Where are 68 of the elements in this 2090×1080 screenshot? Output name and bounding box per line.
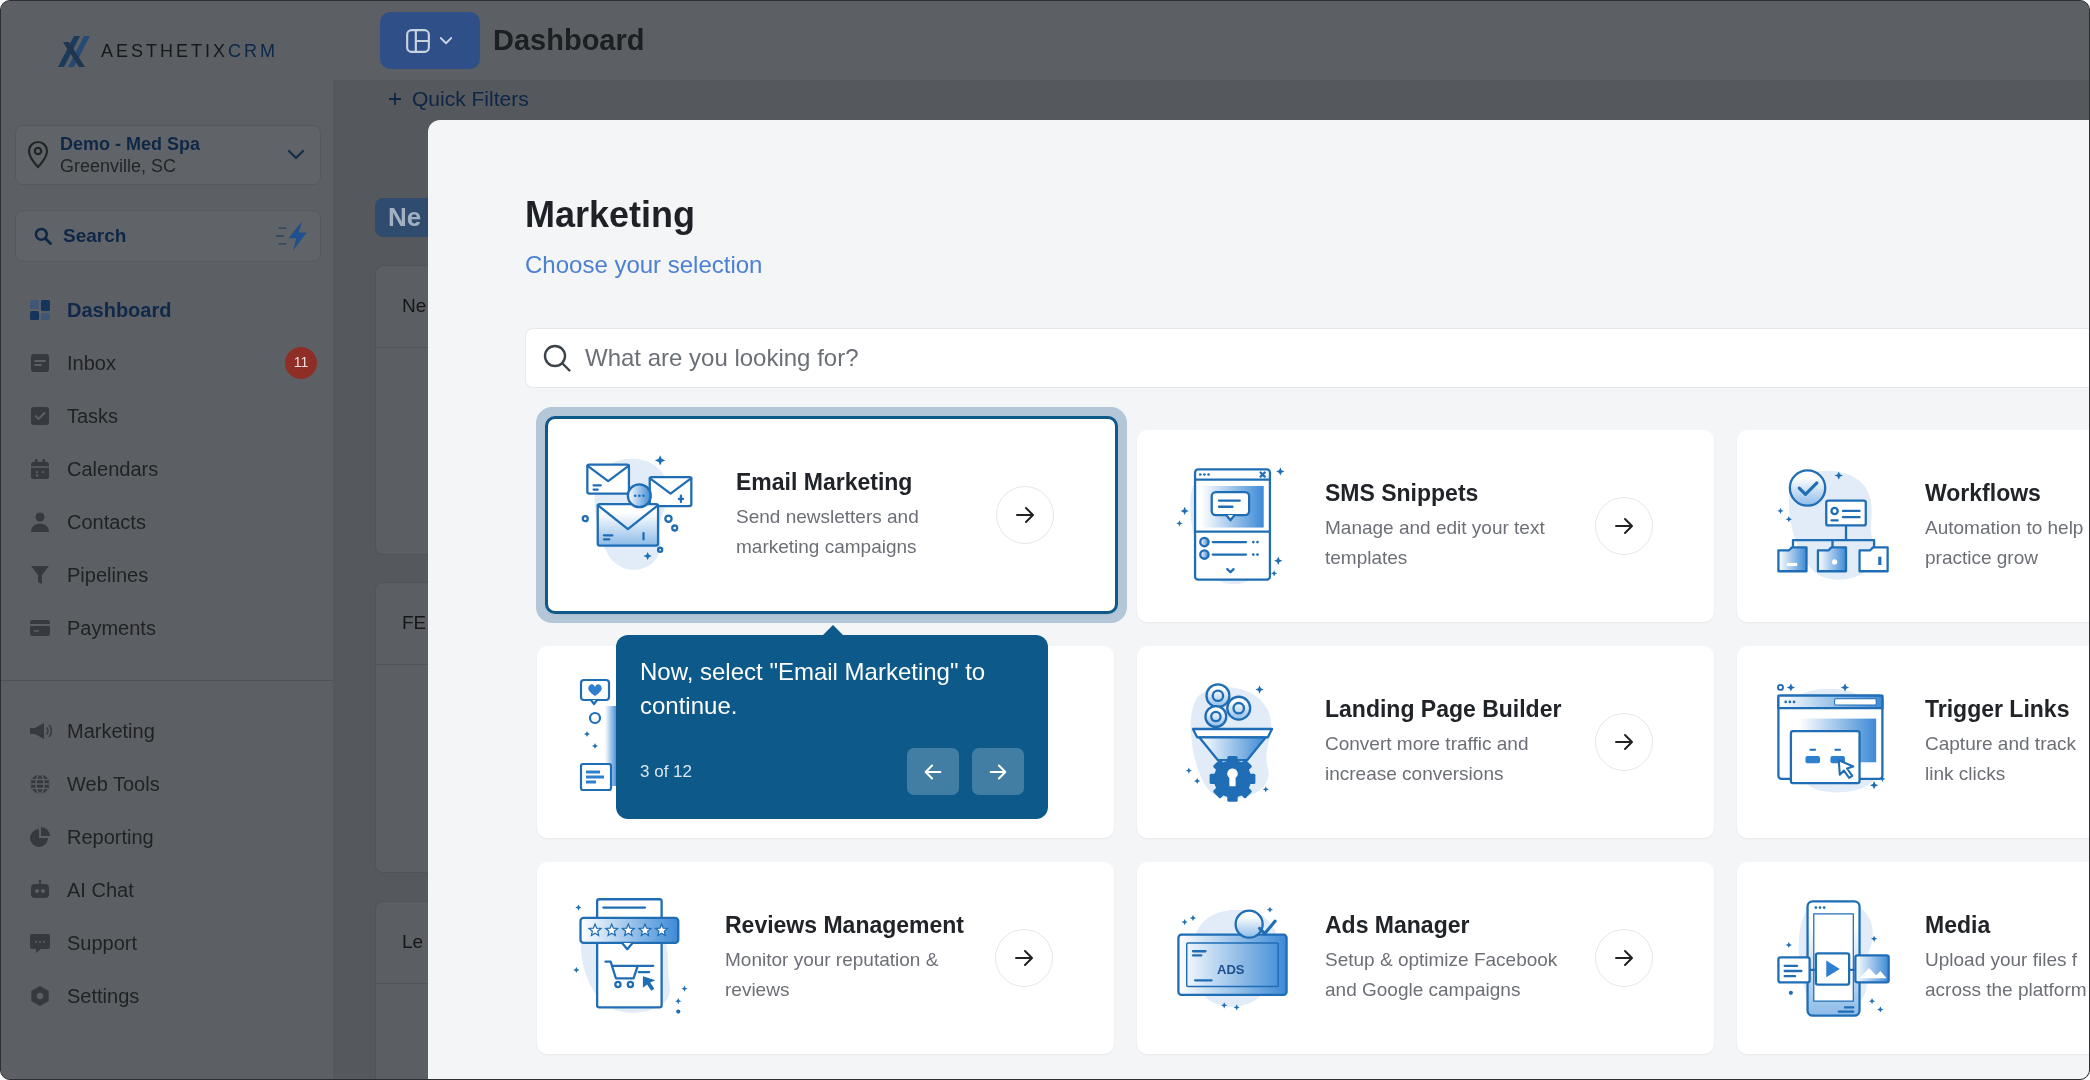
nav-item[interactable]: Pipelines bbox=[1, 548, 333, 601]
feature-card[interactable]: ADS Ads Manager Setup & optimize Facebook and Google campaigns bbox=[1137, 862, 1714, 1054]
card-description: Manage and edit your text templates bbox=[1325, 516, 1545, 570]
feature-card[interactable]: Trigger Links Capture and track link clicks bbox=[1737, 646, 2089, 838]
card-title: Le bbox=[402, 930, 424, 955]
nav-item[interactable]: Support bbox=[1, 916, 333, 969]
back-button[interactable] bbox=[907, 748, 959, 795]
location-selector[interactable]: Demo - Med Spa Greenville, SC bbox=[15, 125, 321, 185]
feature-card[interactable]: Reviews Management Monitor your reputation & reviews bbox=[537, 862, 1114, 1054]
plus-icon bbox=[388, 91, 402, 106]
search-icon bbox=[542, 343, 572, 373]
search-button[interactable]: Search bbox=[15, 210, 321, 262]
card-title: Trigger Links bbox=[1925, 695, 2071, 723]
nav-item[interactable]: Contacts bbox=[1, 495, 333, 548]
grid-icon bbox=[28, 297, 52, 322]
nav-item[interactable]: Settings bbox=[1, 969, 333, 1022]
calendar-icon bbox=[28, 456, 52, 481]
logo-text: AESTHETIX CRM bbox=[101, 41, 279, 60]
card-title: Landing Page Builder bbox=[1325, 695, 1562, 723]
card-title: Ads Manager bbox=[1325, 911, 1471, 939]
card-title: Reviews Management bbox=[725, 911, 965, 939]
globe-icon bbox=[28, 771, 52, 796]
layout-icon bbox=[405, 27, 431, 54]
card-description: Upload your files f across the platform bbox=[1925, 948, 2087, 1002]
nav-item[interactable]: Web Tools bbox=[1, 757, 333, 810]
location-address: Greenville, SC bbox=[60, 155, 178, 177]
new-button[interactable]: Ne bbox=[375, 197, 428, 237]
dialog-title: Marketing bbox=[525, 193, 697, 236]
card-title: FE bbox=[402, 611, 427, 636]
nav-item[interactable]: Reporting bbox=[1, 810, 333, 863]
ads-label: ADS bbox=[1217, 963, 1245, 976]
card-description: Setup & optimize Facebook and Google campaigns bbox=[1325, 948, 1558, 1002]
search-field[interactable]: What are you looking for? bbox=[525, 328, 2089, 388]
page-title: Dashboard bbox=[493, 22, 645, 58]
card-title: SMS Snippets bbox=[1325, 479, 1480, 507]
card-description: Capture and track link clicks bbox=[1925, 732, 2077, 786]
search-icon bbox=[33, 226, 53, 246]
card-description: Convert more traffic and increase conversions bbox=[1325, 732, 1530, 786]
nav-item[interactable]: Inbox 11 bbox=[1, 336, 333, 389]
feature-card[interactable]: Landing Page Builder Convert more traffic and increase conversions bbox=[1137, 646, 1714, 838]
feature-card[interactable]: Workflows Automation to help practice grow bbox=[1737, 430, 2089, 622]
nav-item[interactable]: Tasks bbox=[1, 389, 333, 442]
nav-item[interactable]: Payments bbox=[1, 601, 333, 654]
dialog-subtitle: Choose your selection bbox=[525, 250, 764, 279]
nav-item[interactable]: Dashboard bbox=[1, 283, 333, 336]
layout-menu-button[interactable] bbox=[380, 12, 480, 70]
count-badge: 11 bbox=[285, 346, 317, 379]
card-title: Ne bbox=[402, 294, 427, 319]
tooltip-text: Now, select "Email Marketing" to continue. bbox=[640, 657, 987, 721]
step-counter: 3 of 12 bbox=[640, 760, 692, 783]
card-title: Media bbox=[1925, 911, 1992, 939]
card-description: Send newsletters and marketing campaigns bbox=[736, 505, 919, 559]
nav-item[interactable]: AI Chat bbox=[1, 863, 333, 916]
card-description: Automation to help practice grow bbox=[1925, 516, 2084, 570]
card-title: Email Marketing bbox=[736, 468, 914, 496]
card-title: Workflows bbox=[1925, 479, 2042, 507]
next-button[interactable] bbox=[972, 748, 1024, 795]
nav-item[interactable]: Calendars bbox=[1, 442, 333, 495]
map-pin-icon bbox=[26, 140, 50, 170]
settings-icon bbox=[28, 983, 52, 1008]
location-name: Demo - Med Spa bbox=[60, 133, 201, 155]
quick-filters-link[interactable]: Quick Filters bbox=[388, 82, 529, 115]
feature-card[interactable]: Email Marketing Send newsletters and marketing campaigns bbox=[545, 416, 1118, 614]
pie-chart-icon bbox=[28, 824, 52, 849]
feature-card[interactable]: SMS Snippets Manage and edit your text templates bbox=[1137, 430, 1714, 622]
feature-card[interactable]: Media Upload your files f across the platform bbox=[1737, 862, 2089, 1054]
nav-item[interactable]: Marketing bbox=[1, 704, 333, 757]
card-description: Monitor your reputation & reviews bbox=[725, 948, 940, 1002]
